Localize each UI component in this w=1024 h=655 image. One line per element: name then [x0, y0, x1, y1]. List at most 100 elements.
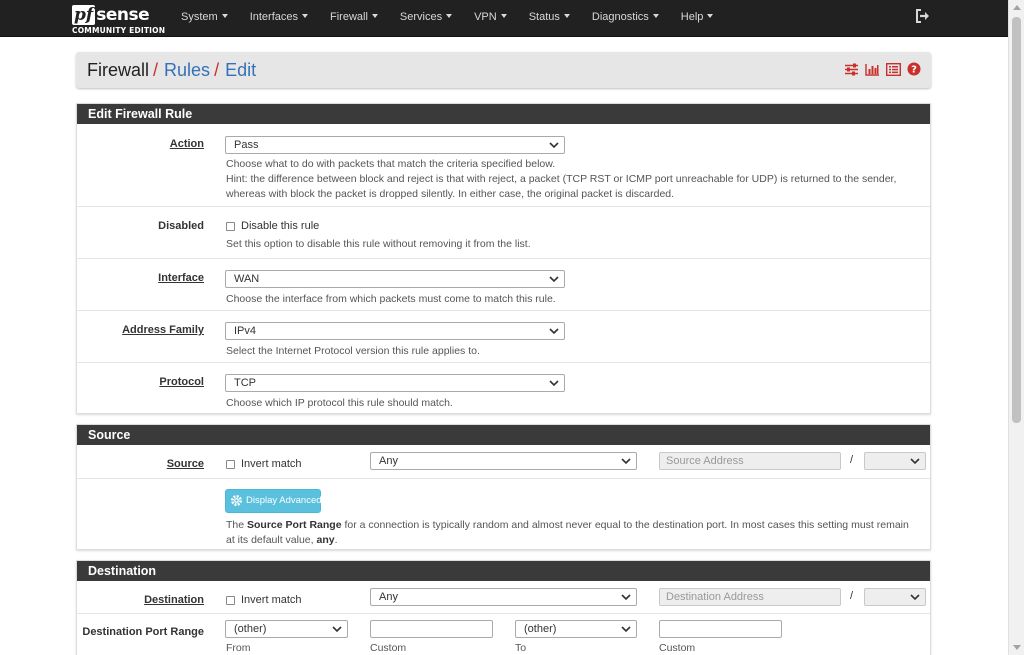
chevron-down-icon [910, 594, 920, 601]
menu-vpn[interactable]: VPN [463, 0, 518, 37]
destination-port-from-custom-input[interactable] [370, 620, 493, 638]
source-invert-checkbox[interactable] [226, 460, 235, 469]
select-value: Any [379, 591, 398, 603]
brand-pf: pf [72, 5, 96, 25]
caret-down-icon [652, 14, 659, 19]
to-sublabel: To [515, 642, 527, 654]
destination-panel: Destination Destination Invert match Any… [76, 560, 931, 655]
address-family-label[interactable]: Address Family [122, 324, 204, 336]
scroll-down-icon[interactable] [1013, 645, 1021, 650]
destination-mask-select[interactable] [864, 588, 926, 606]
destination-row: Destination Invert match Any Destination… [77, 581, 930, 614]
chevron-down-icon [332, 626, 342, 633]
disable-rule-checkbox[interactable] [226, 222, 235, 231]
input-placeholder: Source Address [666, 455, 744, 467]
protocol-select[interactable]: TCP [225, 374, 565, 392]
breadcrumb-rules-link[interactable]: Rules [164, 60, 210, 80]
panel-heading: Destination [77, 561, 930, 581]
address-family-select[interactable]: IPv4 [225, 322, 565, 340]
pfsense-logo[interactable]: pf sense COMMUNITY EDITION [72, 3, 167, 35]
help-strong: Source Port Range [247, 519, 342, 531]
disabled-row: Disabled Disable this rule Set this opti… [77, 207, 930, 259]
interface-select[interactable]: WAN [225, 270, 565, 288]
chevron-down-icon [549, 328, 559, 335]
help-strong: any [316, 534, 335, 546]
destination-port-row: Destination Port Range (other) (other) F… [77, 614, 930, 655]
scroll-thumb[interactable] [1012, 17, 1021, 423]
custom-sublabel: Custom [370, 642, 407, 654]
mask-separator: / [850, 454, 854, 466]
destination-port-from-select[interactable]: (other) [225, 620, 348, 638]
scroll-up-icon[interactable] [1013, 5, 1021, 10]
source-invert-label[interactable]: Invert match [241, 458, 302, 470]
menu-system[interactable]: System [170, 0, 239, 37]
chevron-down-icon [549, 142, 559, 149]
destination-address-input[interactable]: Destination Address [659, 588, 841, 606]
menu-label: Firewall [330, 11, 368, 23]
select-value: Any [379, 455, 398, 467]
disable-rule-label[interactable]: Disable this rule [241, 220, 319, 232]
chevron-down-icon [549, 380, 559, 387]
disabled-label: Disabled [158, 220, 204, 232]
select-value: (other) [524, 623, 557, 635]
mask-separator: / [850, 590, 854, 602]
top-navbar: pf sense COMMUNITY EDITION System Interfa… [0, 0, 1008, 37]
destination-type-select[interactable]: Any [370, 588, 637, 606]
sign-out-icon[interactable] [915, 9, 933, 25]
button-label: Display Advanced [246, 495, 322, 506]
bar-chart-icon[interactable] [865, 63, 880, 76]
destination-port-to-custom-input[interactable] [659, 620, 782, 638]
address-family-row: Address Family IPv4 Select the Internet … [77, 311, 930, 363]
menu-help[interactable]: Help [670, 0, 725, 37]
chevron-down-icon [621, 594, 631, 601]
brand-edition: COMMUNITY EDITION [72, 26, 166, 35]
menu-services[interactable]: Services [389, 0, 463, 37]
menu-label: Diagnostics [591, 11, 649, 23]
help-line: Choose what to do with packets that matc… [226, 158, 556, 170]
menu-interfaces[interactable]: Interfaces [239, 0, 319, 37]
caret-down-icon [500, 14, 507, 19]
source-address-input[interactable]: Source Address [659, 452, 841, 470]
sliders-icon[interactable] [844, 63, 859, 76]
action-help: Choose what to do with packets that matc… [226, 157, 916, 202]
destination-invert-label[interactable]: Invert match [241, 594, 302, 606]
from-sublabel: From [226, 642, 251, 654]
select-value: WAN [234, 273, 260, 285]
menu-label: System [181, 11, 218, 23]
source-label[interactable]: Source [167, 458, 204, 470]
caret-down-icon [563, 14, 570, 19]
menu-label: Help [680, 11, 704, 23]
action-select[interactable]: Pass [225, 136, 565, 154]
display-advanced-button[interactable]: Display Advanced [225, 489, 322, 513]
source-panel: Source Source Invert match Any Source Ad… [76, 424, 931, 550]
menu-label: VPN [474, 11, 497, 23]
custom-sublabel: Custom [659, 642, 696, 654]
action-row: Action Pass Choose what to do with packe… [77, 124, 930, 207]
destination-invert-checkbox[interactable] [226, 596, 235, 605]
svg-text:?: ? [911, 65, 917, 76]
menu-diagnostics[interactable]: Diagnostics [581, 0, 670, 37]
menu-status[interactable]: Status [518, 0, 581, 37]
breadcrumb-bar: Firewall / Rules / Edit ? [76, 52, 931, 88]
address-family-help: Select the Internet Protocol version thi… [226, 345, 480, 357]
interface-label[interactable]: Interface [158, 272, 204, 284]
caret-down-icon [446, 14, 453, 19]
destination-port-to-select[interactable]: (other) [515, 620, 637, 638]
source-mask-select[interactable] [864, 452, 926, 470]
breadcrumb-firewall: Firewall [87, 60, 150, 80]
page-scrollbar[interactable] [1008, 0, 1024, 655]
source-port-help: The Source Port Range for a connection i… [226, 518, 916, 548]
source-type-select[interactable]: Any [370, 452, 637, 470]
list-icon[interactable] [886, 62, 901, 76]
menu-firewall[interactable]: Firewall [319, 0, 389, 37]
help-line: Hint: the difference between block and r… [226, 173, 897, 200]
protocol-label[interactable]: Protocol [159, 376, 204, 388]
destination-label[interactable]: Destination [144, 594, 204, 606]
caret-down-icon [707, 14, 714, 19]
action-label[interactable]: Action [170, 138, 204, 150]
question-circle-icon[interactable]: ? [907, 62, 921, 76]
chevron-down-icon [621, 626, 631, 633]
breadcrumb-edit-link[interactable]: Edit [225, 60, 256, 80]
panel-heading: Source [77, 425, 930, 445]
protocol-help: Choose which IP protocol this rule shoul… [226, 397, 453, 409]
